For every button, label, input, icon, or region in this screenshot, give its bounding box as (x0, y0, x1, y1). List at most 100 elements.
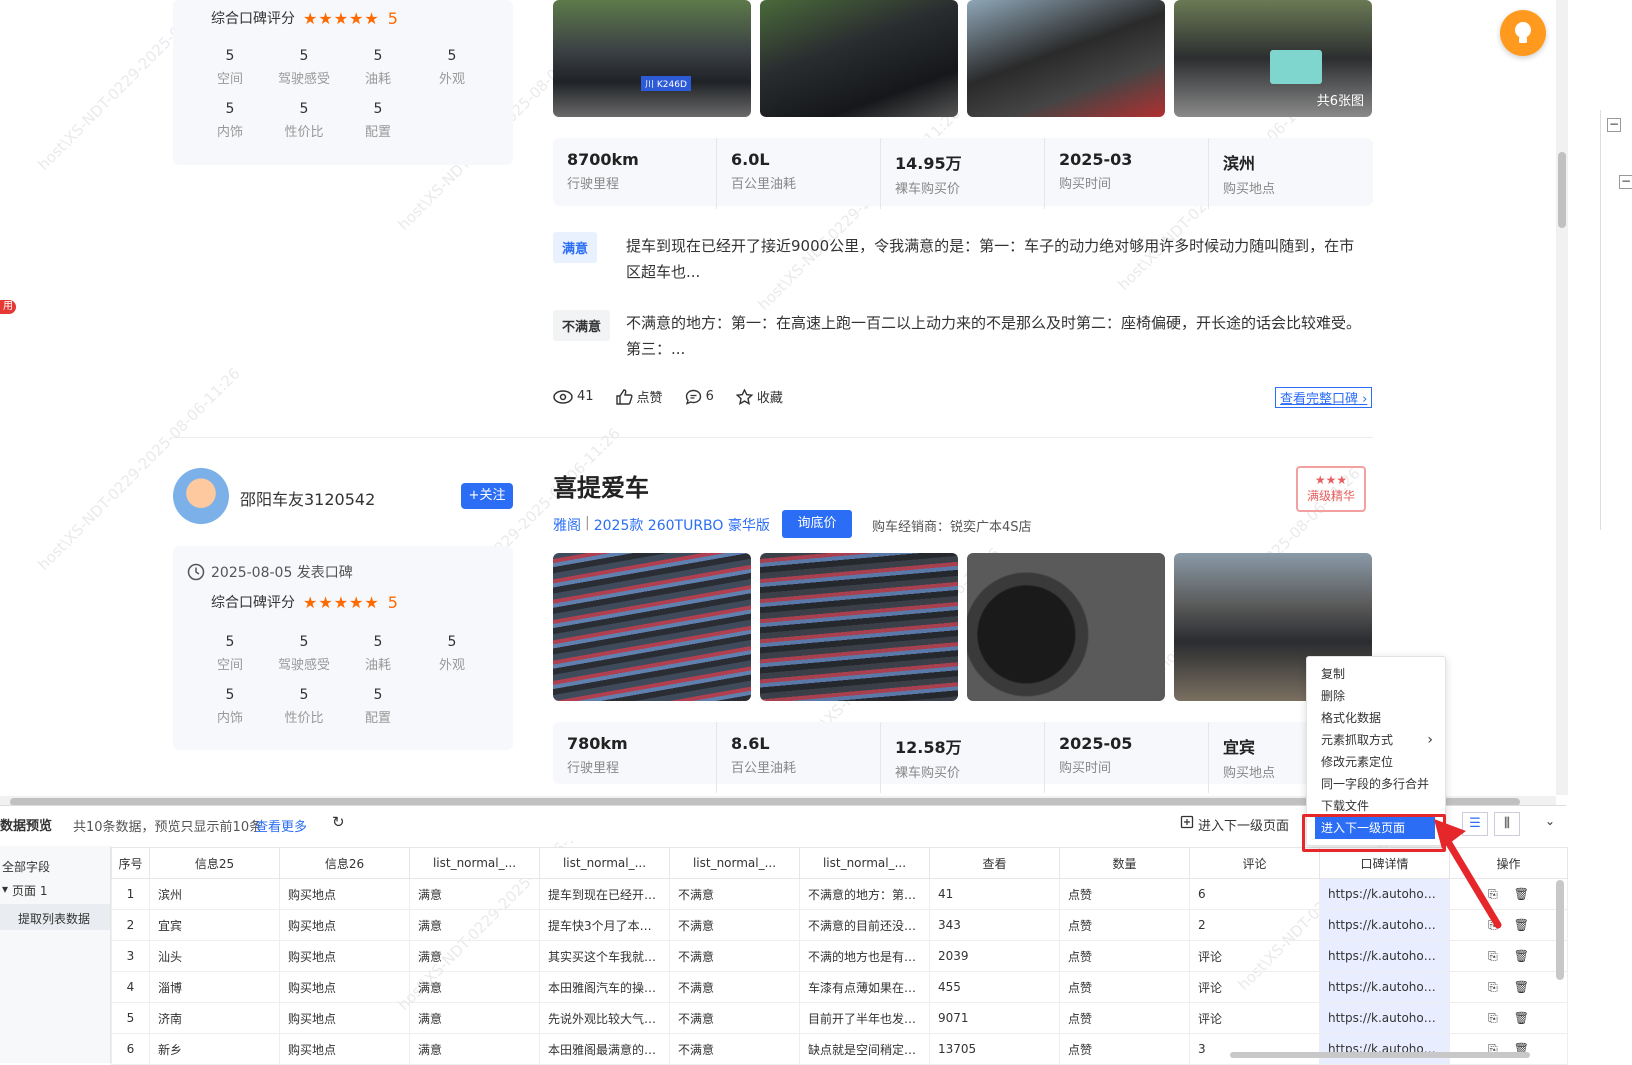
table-cell[interactable]: 缺点就是空间稍定有... (799, 1033, 930, 1065)
trash-icon[interactable]: 🗑 (1514, 918, 1529, 932)
table-cell[interactable]: 6 (111, 1033, 150, 1065)
column-header[interactable]: list_normal_... (539, 847, 670, 879)
table-cell[interactable]: 购买地点 (279, 971, 410, 1003)
menu-item-format[interactable]: 格式化数据 (1307, 707, 1445, 729)
table-row[interactable]: 4 淄博 购买地点 满意 本田雅阁汽车的操作... 不满意 车漆有点薄如果在能... 455 点… (111, 971, 1568, 1003)
table-cell[interactable]: 满意 (409, 1002, 540, 1034)
table-cell[interactable]: 评论 (1189, 1002, 1320, 1034)
view-more-link[interactable]: 查看更多 (255, 816, 307, 835)
table-cell[interactable]: 提车快3个月了本来... (539, 909, 670, 941)
tree-page[interactable]: ▾ 页面 1 (2, 882, 47, 899)
table-cell[interactable]: 点赞 (1059, 1002, 1190, 1034)
table-cell[interactable]: 4 (111, 971, 150, 1003)
chevron-down-icon[interactable]: ⌄ (1545, 814, 1555, 828)
table-cell[interactable]: 不满意 (669, 878, 800, 910)
table-cell[interactable]: 455 (929, 971, 1060, 1003)
column-header[interactable]: list_normal_... (409, 847, 540, 879)
table-cell[interactable]: 点赞 (1059, 909, 1190, 941)
cell-url[interactable]: https://k.autohome.c... (1319, 971, 1450, 1003)
trash-icon[interactable]: 🗑 (1514, 887, 1529, 901)
menu-item-capture-mode[interactable]: 元素抓取方式 › (1307, 729, 1445, 751)
table-cell[interactable]: 不满意 (669, 909, 800, 941)
table-cell[interactable]: 3 (1189, 1033, 1320, 1065)
column-header[interactable]: list_normal_... (669, 847, 800, 879)
column-header[interactable]: list_normal_... (799, 847, 930, 879)
column-header[interactable]: 查看 (929, 847, 1060, 879)
table-cell[interactable]: 本田雅阁最满意的还... (539, 1033, 670, 1065)
table-horizontal-scrollbar[interactable] (1230, 1052, 1530, 1058)
follow-button[interactable]: +关注 (461, 483, 513, 509)
table-row[interactable]: 6 新乡 购买地点 满意 本田雅阁最满意的还... 不满意 缺点就是空间稍定有... 1370… (111, 1033, 1568, 1065)
table-row[interactable]: 1 滨州 购买地点 满意 提车到现在已经开了... 不满意 不满意的地方：第一... 41 点赞… (111, 878, 1568, 910)
table-cell[interactable]: 新乡 (149, 1033, 280, 1065)
table-cell[interactable]: 购买地点 (279, 1002, 410, 1034)
table-row[interactable]: 2 宜宾 购买地点 满意 提车快3个月了本来... 不满意 不满意的目前还没有... 343 点… (111, 909, 1568, 941)
tree-list-extract[interactable]: 提取列表数据 (0, 904, 110, 930)
table-cell[interactable]: 1 (111, 878, 150, 910)
trash-icon[interactable]: 🗑 (1514, 980, 1529, 994)
avatar[interactable] (173, 468, 229, 524)
table-cell[interactable]: 满意 (409, 909, 540, 941)
export-icon[interactable]: ⎘ (1488, 980, 1498, 994)
like-button[interactable]: 点赞 (615, 387, 663, 406)
column-header[interactable]: 评论 (1189, 847, 1320, 879)
car-photo[interactable]: 川 K246D (553, 0, 751, 117)
table-cell[interactable]: 汕头 (149, 940, 280, 972)
menu-item-merge-rows[interactable]: 同一字段的多行合并 (1307, 773, 1445, 795)
table-cell[interactable]: 不满意 (669, 1033, 800, 1065)
car-photo[interactable]: 共6张图 (1174, 0, 1372, 117)
menu-item-edit-locator[interactable]: 修改元素定位 (1307, 751, 1445, 773)
trash-icon[interactable]: 🗑 (1514, 1011, 1529, 1025)
table-cell[interactable]: 不满意的目前还没有... (799, 909, 930, 941)
table-cell[interactable]: 不满意 (669, 940, 800, 972)
table-cell[interactable]: 2 (1189, 909, 1320, 941)
table-cell[interactable]: 满意 (409, 971, 540, 1003)
table-cell[interactable]: 点赞 (1059, 1033, 1190, 1065)
table-cell[interactable]: 41 (929, 878, 1060, 910)
review-title[interactable]: 喜提爱车 (553, 468, 649, 503)
full-review-link[interactable]: 查看完整口碑 › (1274, 387, 1373, 408)
table-cell[interactable]: 目前开了半年也发现... (799, 1002, 930, 1034)
trash-icon[interactable]: 🗑 (1514, 949, 1529, 963)
car-photo[interactable] (553, 553, 751, 701)
table-cell[interactable]: 满意 (409, 878, 540, 910)
favorite-button[interactable]: 收藏 (735, 387, 783, 406)
table-cell[interactable]: 不满意的地方：第一... (799, 878, 930, 910)
side-tag[interactable]: 用 (0, 300, 16, 314)
cell-url[interactable]: https://k.autohome.c... (1319, 940, 1450, 972)
table-cell[interactable]: 淄博 (149, 971, 280, 1003)
next-level-page-button[interactable]: 进入下一级页面 (1180, 815, 1289, 834)
table-cell[interactable]: 6 (1189, 878, 1320, 910)
scrollbar-thumb[interactable] (1558, 152, 1566, 228)
table-cell[interactable]: 购买地点 (279, 940, 410, 972)
table-cell[interactable]: 先说外观比较大气，... (539, 1002, 670, 1034)
table-cell[interactable]: 购买地点 (279, 878, 410, 910)
username[interactable]: 邵阳车友3120542 (240, 486, 375, 510)
table-cell[interactable]: 滨州 (149, 878, 280, 910)
comments-button[interactable]: 6 (685, 389, 714, 405)
table-cell[interactable]: 满意 (409, 1033, 540, 1065)
car-photo[interactable] (967, 553, 1165, 701)
column-header[interactable]: 序号 (111, 847, 150, 879)
table-cell[interactable]: 宜宾 (149, 909, 280, 941)
table-cell[interactable]: 其实买这个车我就是... (539, 940, 670, 972)
table-cell[interactable]: 购买地点 (279, 909, 410, 941)
table-cell[interactable]: 本田雅阁汽车的操作... (539, 971, 670, 1003)
page-scrollbar[interactable] (1556, 0, 1568, 795)
cell-url[interactable]: https://k.autohome.c... (1319, 1002, 1450, 1034)
column-header[interactable]: 信息26 (279, 847, 410, 879)
table-cell[interactable]: 9071 (929, 1002, 1060, 1034)
car-photo[interactable] (760, 0, 958, 117)
table-cell[interactable]: 343 (929, 909, 1060, 941)
table-cell[interactable]: 点赞 (1059, 940, 1190, 972)
table-cell[interactable]: 不满的地方也是有，... (799, 940, 930, 972)
car-photo[interactable] (760, 553, 958, 701)
menu-item-delete[interactable]: 删除 (1307, 685, 1445, 707)
table-cell[interactable]: 济南 (149, 1002, 280, 1034)
refresh-icon[interactable]: ↻ (332, 813, 345, 831)
table-cell[interactable]: 评论 (1189, 940, 1320, 972)
table-cell[interactable]: 提车到现在已经开了... (539, 878, 670, 910)
inquiry-button[interactable]: 询底价 (782, 510, 852, 538)
table-cell[interactable]: 不满意 (669, 971, 800, 1003)
table-cell[interactable]: 点赞 (1059, 878, 1190, 910)
